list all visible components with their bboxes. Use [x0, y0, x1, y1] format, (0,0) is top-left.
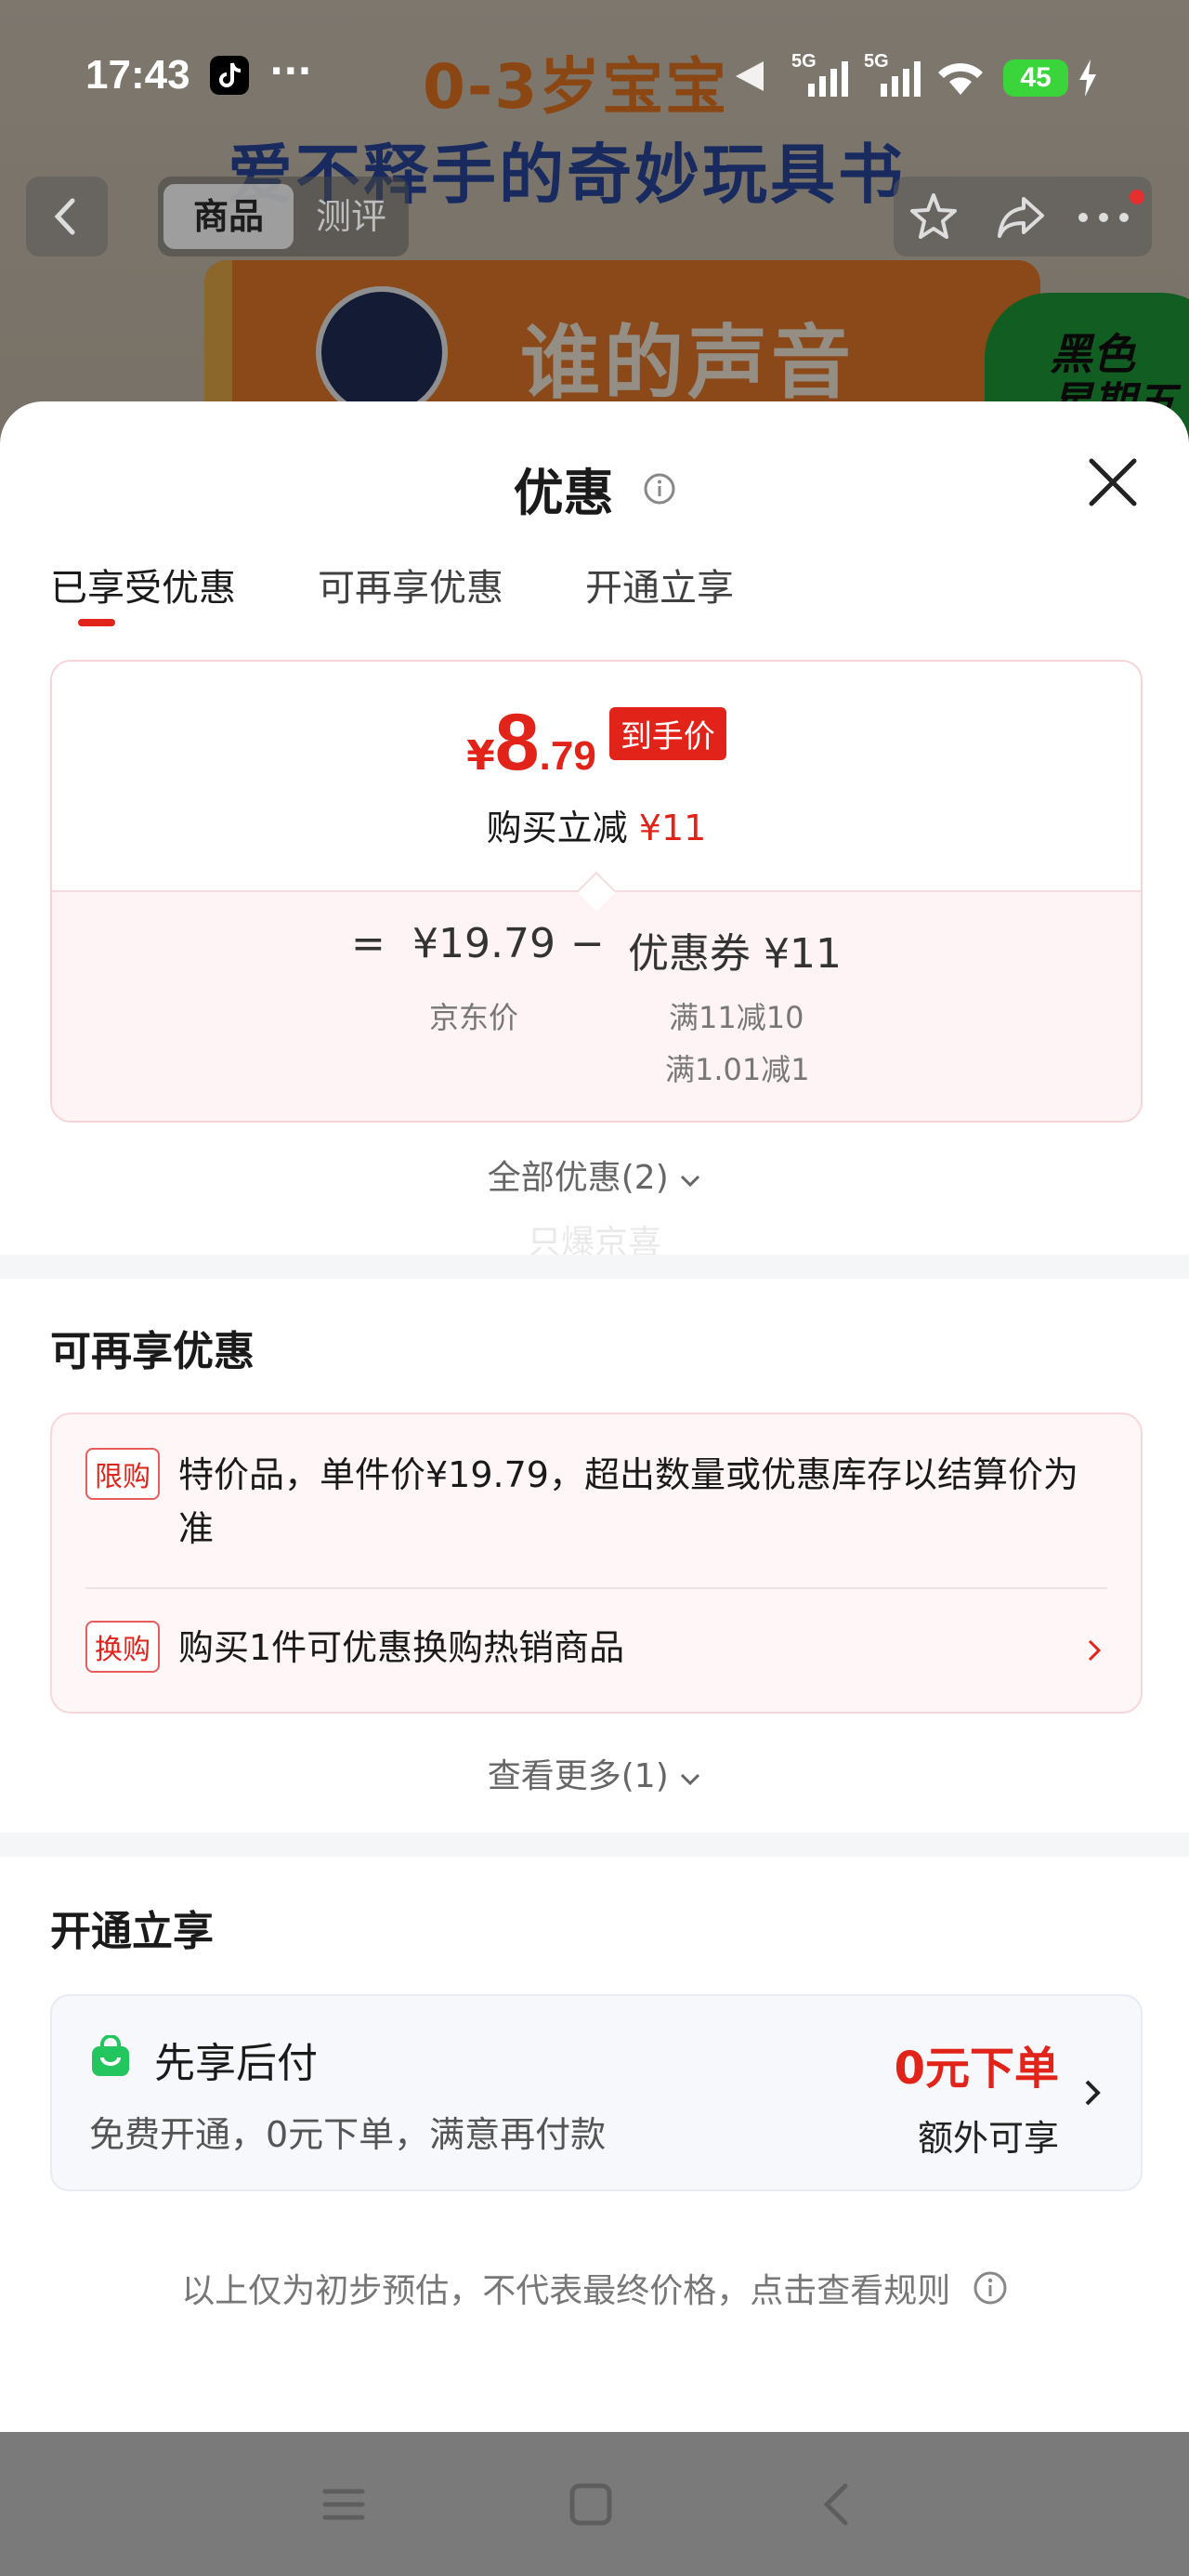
card-divider: [85, 1587, 1107, 1589]
chevron-right-icon: [1088, 1639, 1102, 1662]
battery-indicator: 45: [1003, 59, 1068, 97]
back-icon[interactable]: [812, 2478, 864, 2530]
exchange-purchase-row[interactable]: 换购 购买1件可优惠换购热销商品: [85, 1621, 1107, 1673]
share-icon[interactable]: [994, 190, 1048, 243]
menu-icon[interactable]: [318, 2478, 370, 2530]
extra-benefit-label: 额外可享: [917, 2118, 1059, 2159]
status-time: 17:43: [85, 52, 190, 98]
info-icon[interactable]: [644, 473, 675, 505]
sheet-title: 优惠: [513, 464, 614, 522]
all-discounts-toggle[interactable]: 全部优惠(2): [0, 1150, 1189, 1199]
product-nav-tabs: 商品 测评: [158, 177, 409, 256]
tab-more-discounts[interactable]: 可再享优惠: [318, 558, 503, 611]
exchange-badge: 换购: [85, 1621, 160, 1673]
tiktok-icon: [210, 56, 249, 95]
section-title-open: 开通立享: [50, 1908, 214, 1955]
minus-sign: −: [570, 920, 605, 967]
price-integer: 8: [494, 698, 540, 787]
exchange-text: 购买1件可优惠换购热销商品: [178, 1627, 625, 1668]
see-more-toggle[interactable]: 查看更多(1): [0, 1749, 1189, 1797]
svg-text:5G: 5G: [864, 51, 889, 72]
equals-sign: =: [351, 920, 385, 967]
chevron-left-icon: [54, 198, 75, 235]
price-currency: ¥: [466, 732, 495, 780]
jd-price-label: 京东价: [429, 1000, 519, 1035]
instant-discount: 购买立减 ¥11: [52, 799, 1141, 850]
product-actions: [894, 177, 1152, 256]
pay-after-desc: 免费开通，0元下单，满意再付款: [89, 2114, 607, 2155]
discount-sheet: 优惠 已享受优惠 可再享优惠 开通立享 ¥8.79 到手价 购买立减 ¥11 = …: [0, 401, 1189, 2432]
tab-enjoyed[interactable]: 已享受优惠: [50, 558, 236, 611]
zero-order-label: 0元下单: [894, 2043, 1059, 2095]
sheet-header: 优惠: [0, 452, 1189, 525]
more-discounts-card: 限购 特价品，单件价¥19.79，超出数量或优惠库存以结算价为准 换购 购买1件…: [50, 1413, 1143, 1714]
star-icon[interactable]: [907, 190, 960, 243]
jd-price: ¥19.79: [412, 920, 555, 967]
disclaimer-text: 以上仅为初步预估，不代表最终价格，点击查看规则: [181, 2272, 951, 2310]
section-divider: [0, 1833, 1189, 1857]
limit-badge: 限购: [85, 1448, 160, 1500]
close-icon[interactable]: [1082, 452, 1143, 513]
status-bar: 17:43 ··· 5G 5G 45: [0, 0, 1189, 158]
instant-discount-value: ¥11: [638, 808, 707, 848]
back-button[interactable]: [26, 177, 108, 256]
active-tab-indicator: [78, 619, 115, 626]
chevron-down-icon: [681, 1773, 700, 1786]
section-divider: [0, 1255, 1189, 1279]
notification-dot: [1130, 190, 1144, 204]
instant-discount-label: 购买立减: [486, 808, 628, 848]
tab-open-enjoy[interactable]: 开通立享: [585, 558, 734, 611]
tab-product[interactable]: 商品: [163, 184, 294, 249]
charging-icon: [1079, 59, 1096, 97]
limit-purchase-row: 限购 特价品，单件价¥19.79，超出数量或优惠库存以结算价为准: [85, 1448, 1107, 1549]
coupon-rule-2: 满1.01减1: [665, 1052, 810, 1087]
more-icon[interactable]: [1076, 210, 1131, 225]
coupon-amount: 优惠券 ¥11: [628, 930, 842, 978]
price-breakdown: = ¥19.79 − 优惠券 ¥11 京东价 满11减10 满1.01减1: [52, 890, 1141, 1121]
disclaimer[interactable]: 以上仅为初步预估，不代表最终价格，点击查看规则: [0, 2264, 1189, 2312]
price-decimal: .79: [539, 733, 596, 779]
coupon-rule-1: 满11减10: [669, 1000, 804, 1035]
pay-after-title: 先享后付: [154, 2040, 318, 2087]
price-card: ¥8.79 到手价 购买立减 ¥11 = ¥19.79 − 优惠券 ¥11 京东价…: [50, 660, 1143, 1123]
info-icon: [973, 2271, 1007, 2305]
shopping-bag-icon: [92, 2035, 129, 2076]
status-more-dots: ···: [269, 50, 312, 93]
see-more-label: 查看更多(1): [487, 1757, 669, 1795]
chevron-right-icon: [1085, 2080, 1101, 2106]
chevron-down-icon: [681, 1175, 700, 1188]
tab-review[interactable]: 测评: [305, 184, 398, 249]
system-navigation-bar: [0, 2432, 1189, 2576]
final-price-tag: 到手价: [608, 707, 726, 760]
svg-text:5G: 5G: [791, 51, 817, 72]
section-title-more: 可再享优惠: [50, 1328, 255, 1375]
final-price: ¥8.79 到手价: [52, 697, 1141, 789]
limit-text: 特价品，单件价¥19.79，超出数量或优惠库存以结算价为准: [178, 1454, 1078, 1549]
pay-after-card[interactable]: 先享后付 免费开通，0元下单，满意再付款 0元下单 额外可享: [50, 1994, 1143, 2191]
all-discounts-label: 全部优惠(2): [487, 1159, 669, 1197]
home-icon[interactable]: [565, 2478, 617, 2530]
